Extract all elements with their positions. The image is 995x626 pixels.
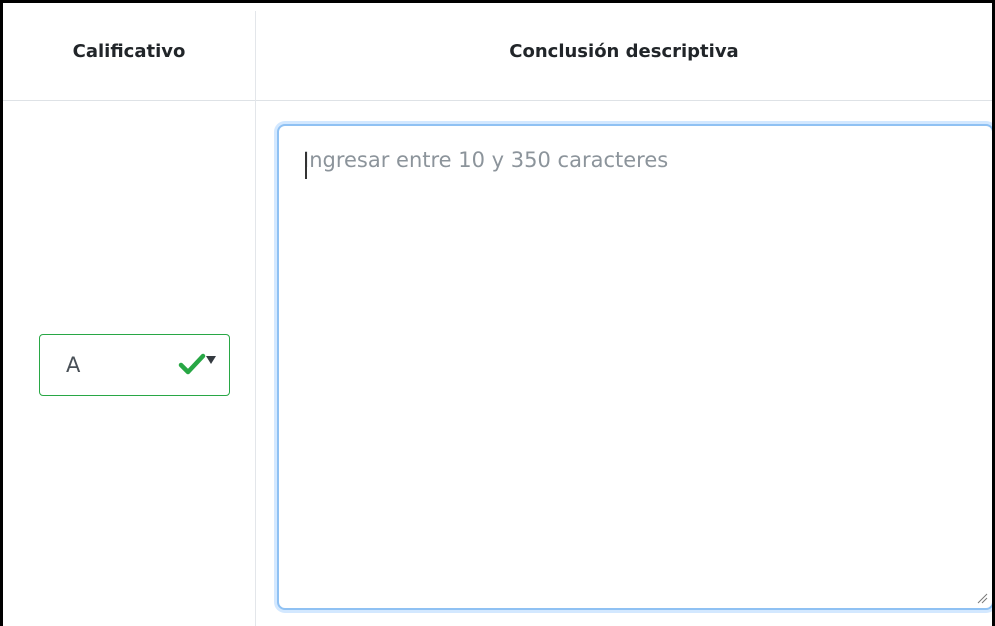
- chevron-down-icon: [206, 356, 216, 364]
- table-header-row: Calificativo Conclusión descriptiva: [3, 3, 992, 101]
- text-cursor: [305, 152, 307, 179]
- check-icon: [178, 353, 206, 375]
- header-conclusion-descriptiva: Conclusión descriptiva: [509, 41, 739, 62]
- resize-handle-icon[interactable]: [976, 592, 988, 604]
- header-calificativo: Calificativo: [72, 41, 186, 62]
- grades-table: Calificativo Conclusión descriptiva A: [0, 0, 995, 626]
- conclusion-textarea[interactable]: [279, 126, 992, 608]
- column-divider: [255, 11, 256, 626]
- calificativo-selected-value: A: [66, 353, 81, 377]
- conclusion-textarea-wrapper: [277, 124, 992, 610]
- calificativo-select[interactable]: A: [39, 334, 230, 396]
